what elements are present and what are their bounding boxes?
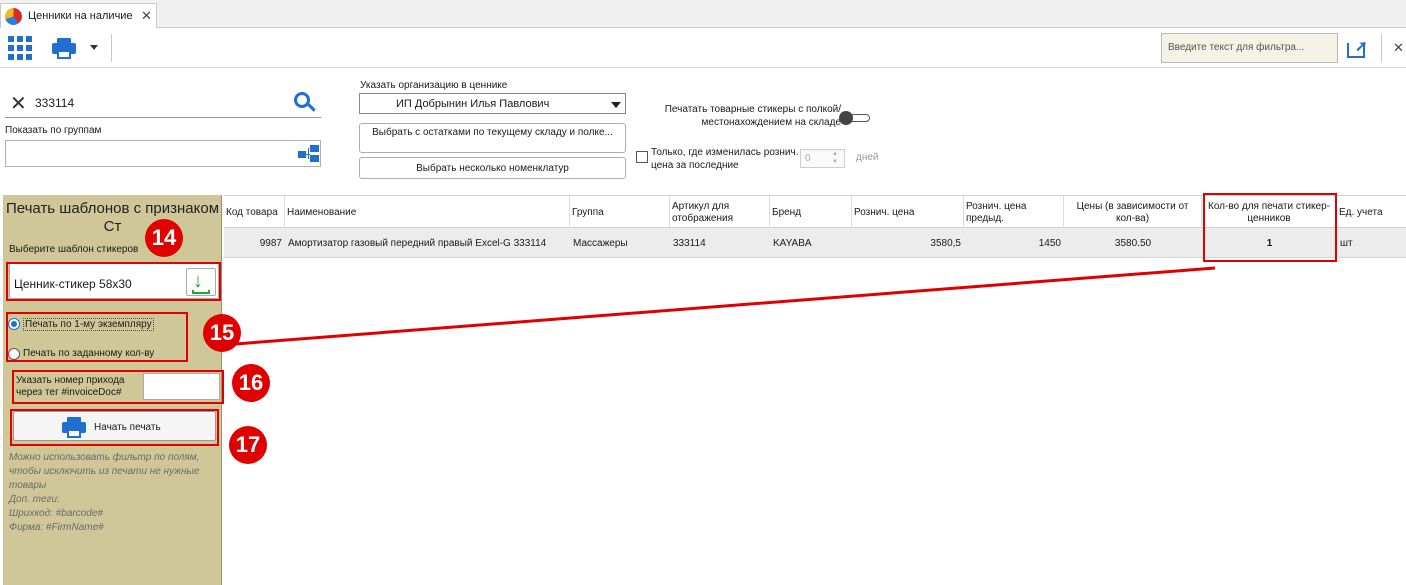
annotation-badge-17: 17 bbox=[229, 426, 267, 464]
annotation-connector bbox=[234, 266, 1216, 346]
annotation-badge-14: 14 bbox=[145, 219, 183, 257]
annotation-badge-15: 15 bbox=[203, 314, 241, 352]
annotation-badge-16: 16 bbox=[232, 364, 270, 402]
